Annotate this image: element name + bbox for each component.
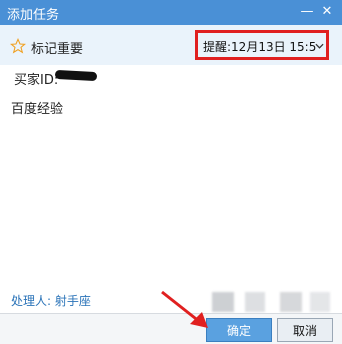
annotation-arrow-icon [161,290,208,328]
handler-row[interactable]: 处理人: 射手座 [11,292,91,309]
blurred-region [310,292,330,312]
title-bar: 添加任务 — ✕ [0,0,342,25]
confirm-button[interactable]: 确定 [206,318,272,342]
minimize-button[interactable]: — [298,3,316,21]
buyer-id-label: 买家ID: [14,73,59,88]
blurred-region [212,292,234,312]
cancel-button[interactable]: 取消 [277,318,333,342]
blurred-region [280,292,302,312]
close-button[interactable]: ✕ [318,3,336,21]
window-title: 添加任务 [7,8,60,23]
blurred-region [245,292,265,312]
star-icon[interactable] [10,38,26,54]
task-body-text[interactable]: 百度经验 [11,98,63,117]
mark-important-label[interactable]: 标记重要 [31,38,83,57]
redaction-mark [54,69,98,82]
handler-label: 处理人: [11,294,55,308]
reminder-selector[interactable]: 提醒:12月13日 15:5 [195,30,329,60]
handler-name: 射手座 [54,294,91,308]
reminder-text: 提醒:12月13日 15:5 [203,40,317,54]
chevron-down-icon [315,43,324,49]
